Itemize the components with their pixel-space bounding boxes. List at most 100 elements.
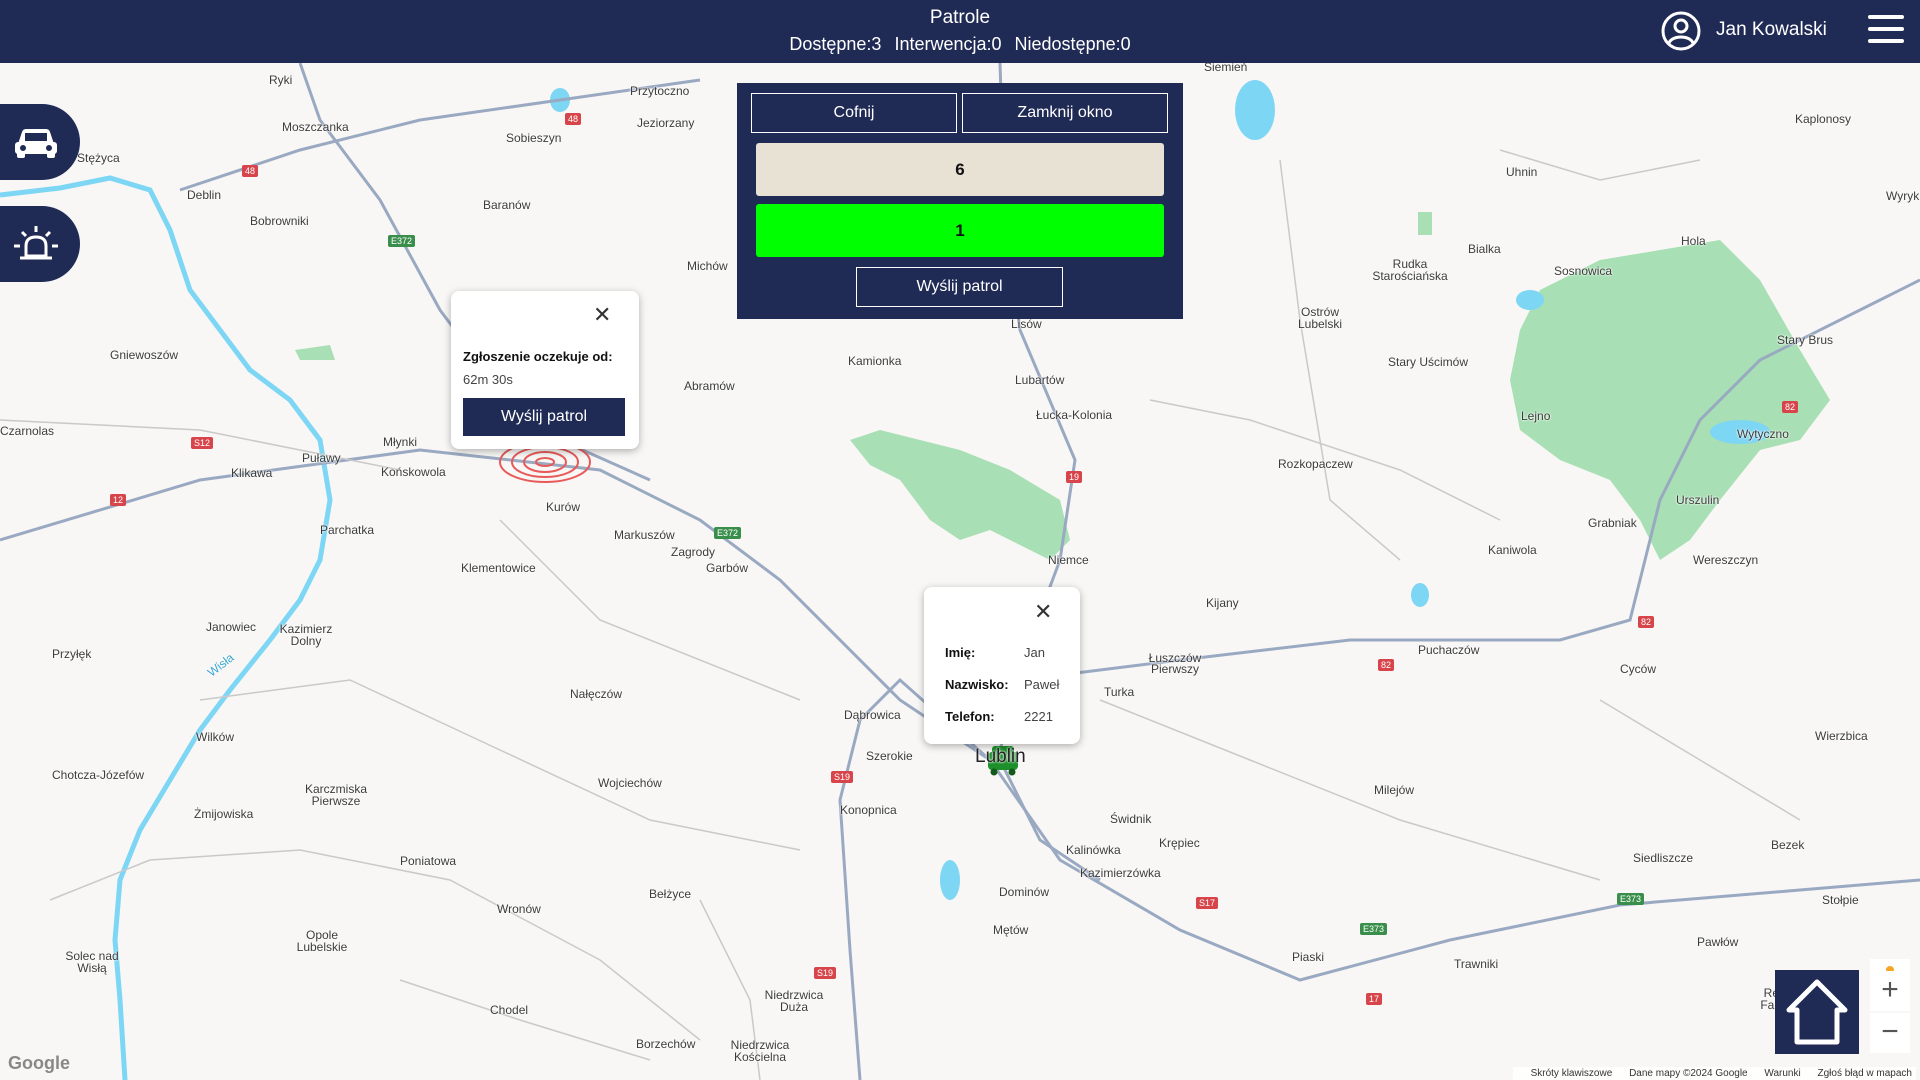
place-label: Bezek bbox=[1771, 838, 1805, 852]
first-name-value: Jan bbox=[1024, 645, 1045, 660]
place-label: Michów bbox=[687, 259, 728, 273]
incident-waiting-label: Zgłoszenie oczekuje od: bbox=[463, 349, 613, 364]
place-label: Wilków bbox=[196, 730, 234, 744]
place-label: Konopnica bbox=[840, 803, 897, 817]
page-title: Patrole bbox=[929, 7, 991, 28]
place-label: Opole Lubelskie bbox=[296, 928, 348, 954]
place-label: Bełżyce bbox=[649, 887, 692, 901]
place-label: Karczmiska Pierwsze bbox=[304, 782, 367, 808]
patrol-selection-panel: Cofnij Zamknij okno 6 1 Wyślij patrol bbox=[737, 83, 1183, 319]
user-circle-icon[interactable] bbox=[1660, 10, 1702, 52]
unavailable-count: Niedostępne:0 bbox=[1014, 34, 1131, 54]
place-label: Klementowice bbox=[461, 561, 536, 575]
place-label: Moszczanka bbox=[282, 120, 349, 134]
place-label: Ryki bbox=[269, 73, 293, 87]
place-label: Lejno bbox=[1521, 409, 1551, 423]
place-label: Wyryki bbox=[1886, 189, 1920, 203]
patrols-side-button[interactable] bbox=[0, 104, 80, 180]
place-label: Dąbrowica bbox=[844, 708, 901, 722]
road-badge: S19 bbox=[814, 967, 837, 979]
place-label: Trawniki bbox=[1454, 957, 1499, 971]
place-label: Lisów bbox=[1011, 317, 1042, 331]
report-error-link[interactable]: Zgłoś błąd w mapach bbox=[1818, 1068, 1913, 1079]
place-label: Wierzbica bbox=[1815, 729, 1868, 743]
close-icon[interactable]: ✕ bbox=[593, 304, 611, 326]
phone-value: 2221 bbox=[1024, 709, 1053, 724]
place-label: Baranów bbox=[483, 198, 531, 212]
count-beige-button[interactable]: 6 bbox=[756, 143, 1164, 196]
zoom-in-button[interactable]: + bbox=[1870, 971, 1910, 1011]
place-label: Wereszczyn bbox=[1693, 553, 1759, 567]
place-label: Chotcza-Józefów bbox=[52, 768, 145, 782]
place-label: Rudka Starościańska bbox=[1372, 257, 1448, 283]
place-label: Chodel bbox=[490, 1003, 529, 1017]
place-label: Gniewoszów bbox=[110, 348, 179, 362]
road-badge: S12 bbox=[191, 437, 214, 449]
place-label: Bobrowniki bbox=[250, 214, 309, 228]
home-button[interactable] bbox=[1775, 970, 1859, 1054]
place-label: Dominów bbox=[999, 885, 1050, 899]
place-label: Krępiec bbox=[1159, 836, 1200, 850]
place-label: Wojciechów bbox=[598, 776, 662, 790]
close-window-button[interactable]: Zamknij okno bbox=[962, 93, 1168, 133]
place-label: Stary Brus bbox=[1777, 333, 1834, 347]
place-label: Stołpie bbox=[1822, 893, 1859, 907]
road-badge: 82 bbox=[1638, 616, 1655, 628]
terms-link[interactable]: Warunki bbox=[1764, 1068, 1800, 1079]
place-label: Nałęczów bbox=[570, 687, 623, 701]
place-label: Sobieszyn bbox=[506, 131, 562, 145]
incident-waiting-time: 62m 30s bbox=[463, 372, 513, 387]
place-label: Pawłów bbox=[1697, 935, 1739, 949]
place-label: Lubartów bbox=[1015, 373, 1065, 387]
place-label: Solec nad Wisłą bbox=[65, 949, 119, 975]
place-label: Wronów bbox=[497, 902, 541, 916]
road-badge: S17 bbox=[1196, 897, 1219, 909]
place-label: Stary Uścimów bbox=[1388, 355, 1469, 369]
place-label: Uhnin bbox=[1506, 165, 1538, 179]
place-label: Kazimierz Dolny bbox=[279, 622, 333, 648]
incident-send-patrol-button[interactable]: Wyślij patrol bbox=[463, 398, 625, 436]
place-label: Siemień bbox=[1204, 63, 1248, 74]
road-badge: S19 bbox=[831, 771, 854, 783]
place-label: Puławy bbox=[302, 451, 341, 465]
hamburger-icon[interactable] bbox=[1868, 15, 1904, 45]
place-label: Łucka-Kolonia bbox=[1036, 408, 1113, 422]
place-label: Klikawa bbox=[231, 466, 273, 480]
road-badge: 19 bbox=[1066, 471, 1083, 483]
zoom-out-button[interactable]: − bbox=[1870, 1013, 1910, 1053]
available-count: Dostępne:3 bbox=[789, 34, 882, 54]
keyboard-shortcuts-link[interactable]: Skróty klawiszowe bbox=[1531, 1068, 1613, 1079]
road-badge: 12 bbox=[110, 494, 127, 506]
user-name[interactable]: Jan Kowalski bbox=[1716, 19, 1827, 41]
patrol-info-popup: ✕ Imię: Jan Nazwisko: Paweł Telefon: 222… bbox=[924, 587, 1080, 744]
place-label: Niedrzwica Duża bbox=[764, 988, 824, 1014]
send-patrol-button[interactable]: Wyślij patrol bbox=[856, 267, 1063, 307]
place-label: Poniatowa bbox=[400, 854, 457, 868]
place-label: Kijany bbox=[1206, 596, 1239, 610]
incident-popup: ✕ Zgłoszenie oczekuje od: 62m 30s Wyślij… bbox=[451, 291, 639, 449]
place-label: Końskowola bbox=[381, 465, 446, 479]
alerts-side-button[interactable] bbox=[0, 206, 80, 282]
place-label: Przytoczno bbox=[630, 84, 690, 98]
last-name-label: Nazwisko: bbox=[945, 677, 1009, 692]
place-label: Zagrody bbox=[671, 545, 716, 559]
google-logo: Google bbox=[8, 1053, 70, 1073]
place-label: Urszulin bbox=[1676, 493, 1720, 507]
place-label: Hola bbox=[1681, 234, 1706, 248]
place-label: Sosnowica bbox=[1554, 264, 1613, 278]
place-label: Czarnolas bbox=[0, 424, 55, 438]
place-label: Cyców bbox=[1620, 662, 1657, 676]
siren-icon bbox=[14, 226, 58, 260]
close-icon[interactable]: ✕ bbox=[1034, 601, 1052, 623]
road-badge: E372 bbox=[714, 527, 742, 539]
place-label: Parchatka bbox=[320, 523, 375, 537]
count-green-button[interactable]: 1 bbox=[756, 204, 1164, 257]
place-label: Deblin bbox=[187, 188, 222, 202]
place-label: Bialka bbox=[1468, 242, 1501, 256]
place-label: Wytyczno bbox=[1737, 427, 1789, 441]
back-button[interactable]: Cofnij bbox=[751, 93, 957, 133]
place-label: Młynki bbox=[383, 435, 418, 449]
place-label: Kalinówka bbox=[1066, 843, 1121, 857]
place-label: Mętów bbox=[993, 923, 1029, 937]
first-name-label: Imię: bbox=[945, 645, 976, 660]
